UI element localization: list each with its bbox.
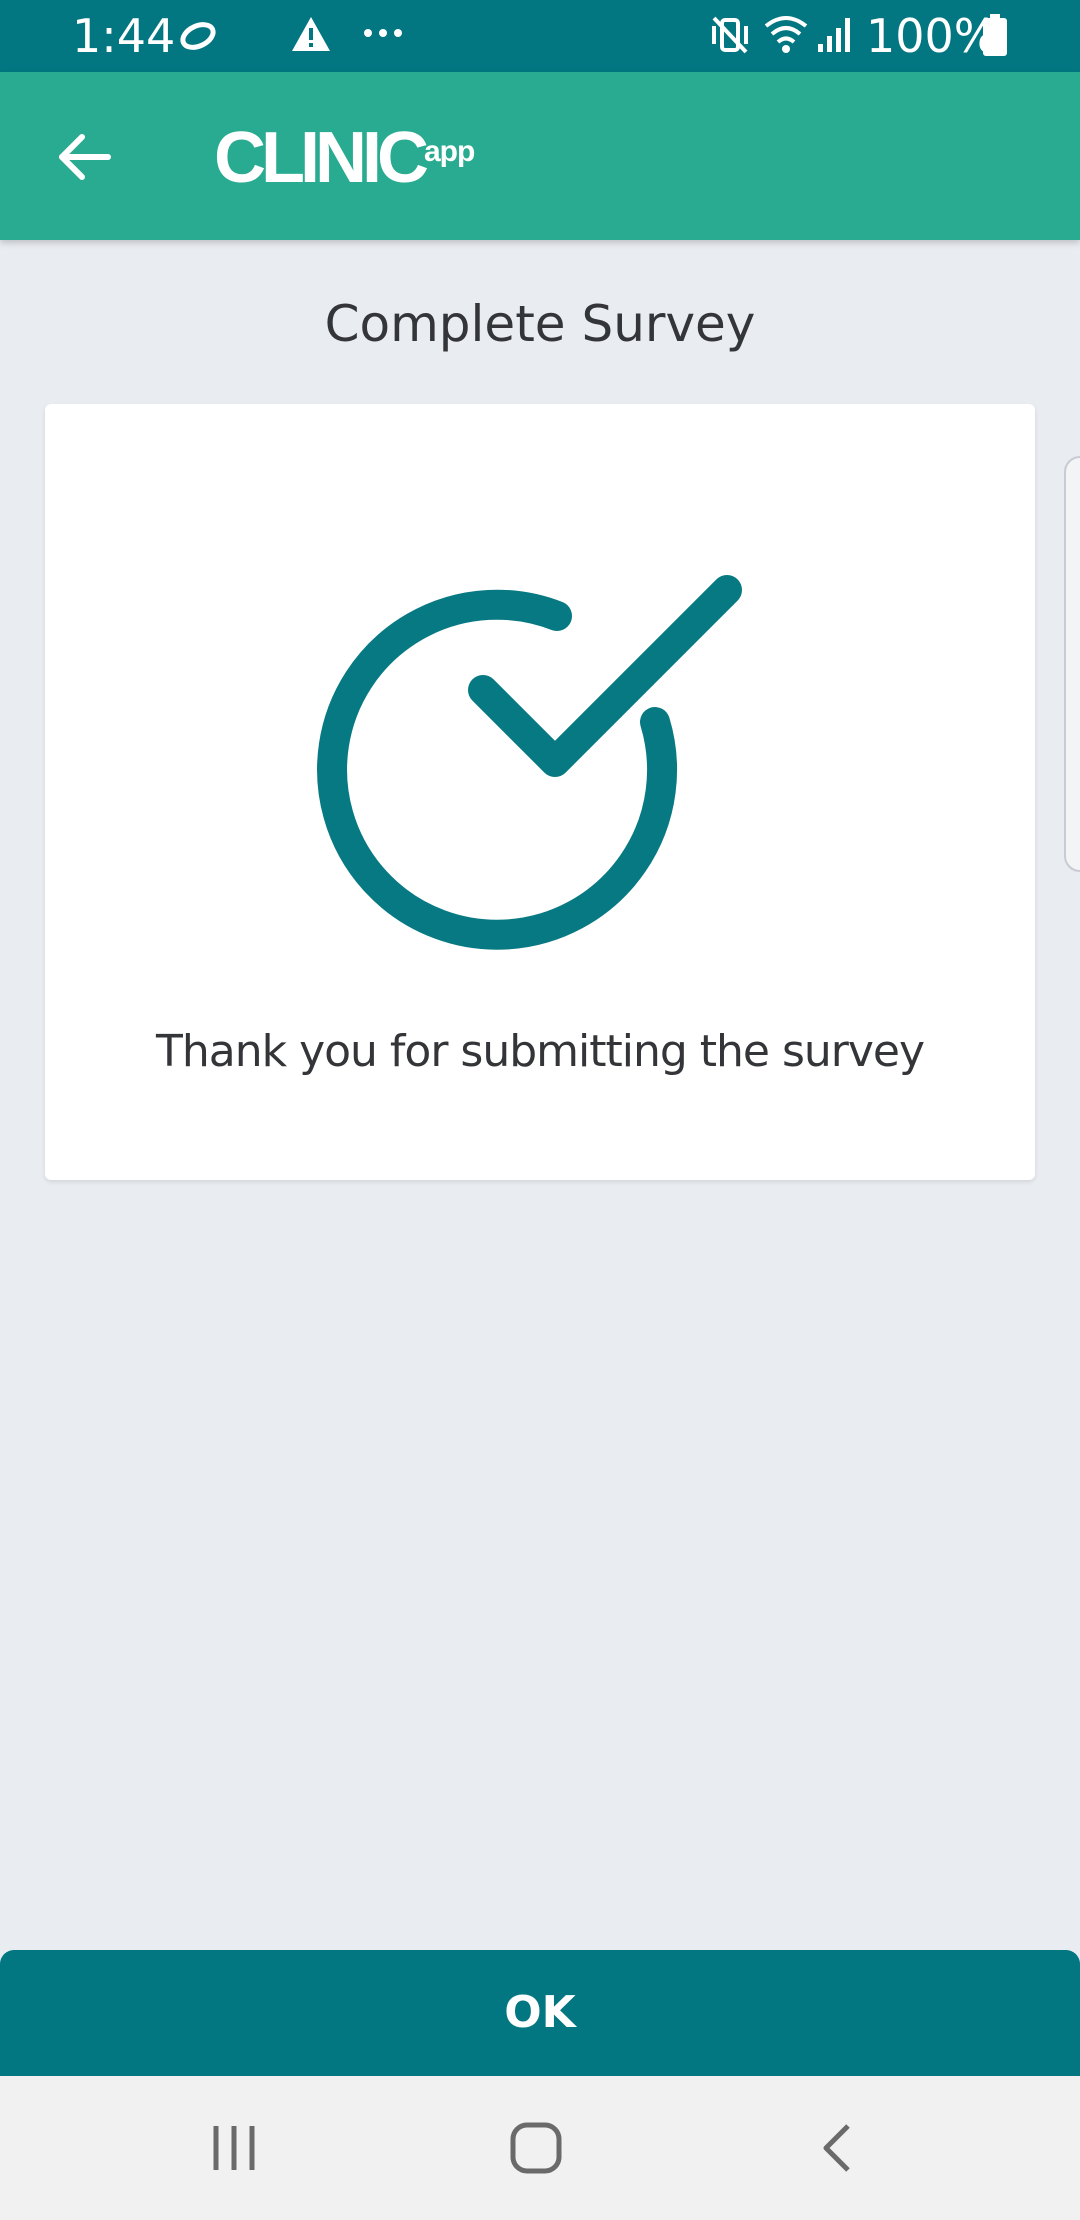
warning-icon bbox=[290, 14, 332, 59]
signal-icon bbox=[816, 14, 856, 59]
wifi-icon bbox=[762, 12, 810, 61]
ok-button[interactable]: OK bbox=[0, 1950, 1080, 2076]
home-button[interactable] bbox=[496, 2118, 576, 2178]
back-button[interactable] bbox=[40, 112, 130, 202]
system-nav-bar bbox=[0, 2076, 1080, 2220]
vibrate-icon bbox=[710, 14, 750, 61]
home-icon bbox=[510, 2122, 562, 2174]
battery-percent: 100% bbox=[866, 9, 998, 63]
confirmation-card: Thank you for submitting the survey bbox=[45, 404, 1035, 1180]
back-icon bbox=[823, 2124, 850, 2172]
recent-apps-button[interactable] bbox=[194, 2118, 274, 2178]
sync-icon bbox=[178, 16, 218, 61]
page-title: Complete Survey bbox=[324, 295, 756, 353]
status-bar: 1:44 100% bbox=[0, 0, 1080, 72]
app-bar: CLINIC app bbox=[0, 72, 1080, 240]
arrow-left-icon bbox=[59, 134, 111, 180]
more-dots-icon bbox=[362, 26, 404, 44]
clinic-app-logo: CLINIC app bbox=[214, 118, 475, 198]
recent-apps-icon bbox=[213, 2126, 255, 2170]
thank-you-message: Thank you for submitting the survey bbox=[156, 1026, 925, 1077]
battery-icon bbox=[982, 14, 1008, 61]
back-nav-button[interactable] bbox=[798, 2118, 878, 2178]
side-drawer-handle[interactable] bbox=[1064, 456, 1080, 872]
logo-main-text: CLINIC bbox=[214, 118, 429, 198]
logo-sub-text: app bbox=[423, 135, 475, 168]
check-circle-icon bbox=[317, 575, 742, 950]
status-time: 1:44 bbox=[72, 9, 176, 63]
